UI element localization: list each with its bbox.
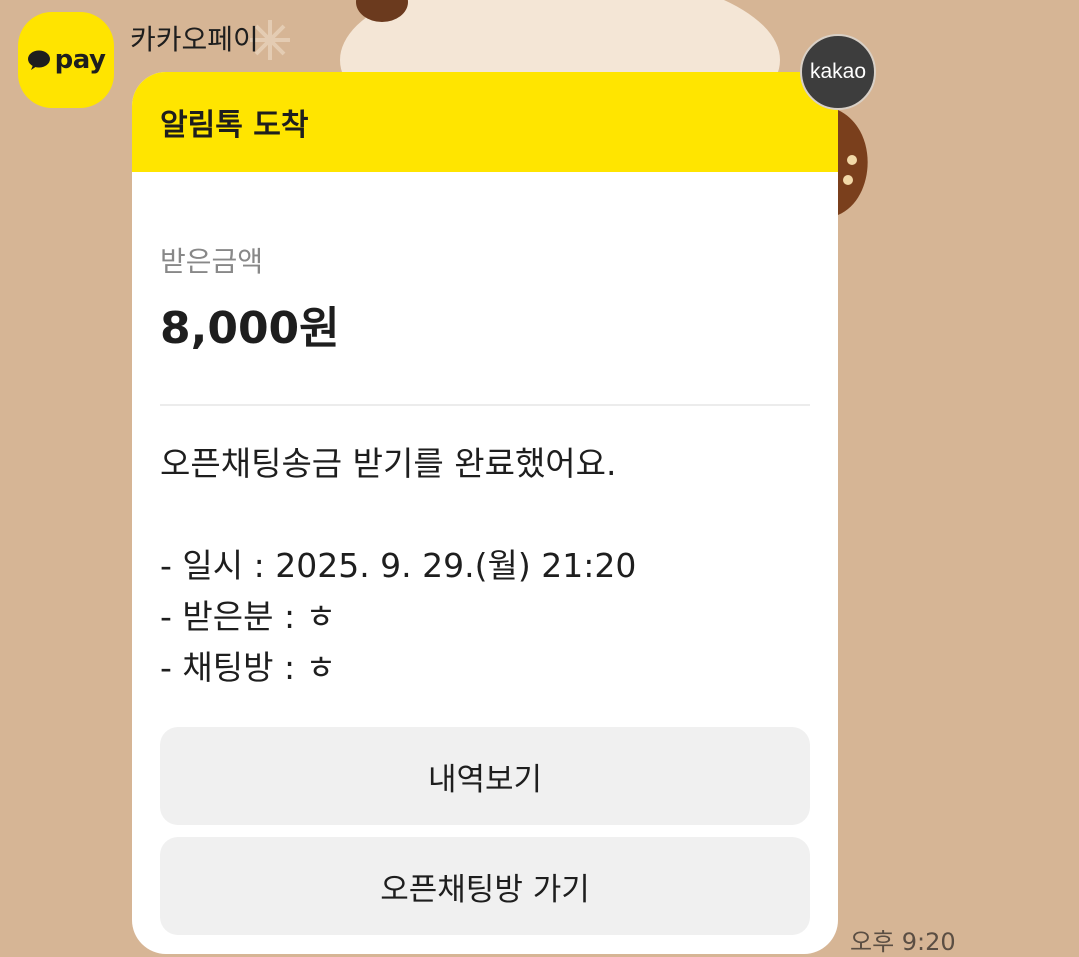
alimtalk-message-card: 알림톡 도착 받은금액 8,000원 오픈채팅송금 받기를 완료했어요. - 일…	[132, 72, 838, 954]
divider	[160, 404, 810, 406]
message-line-completed: 오픈채팅송금 받기를 완료했어요.	[160, 444, 617, 483]
speech-bubble-icon	[27, 50, 50, 70]
sender-name: 카카오페이	[130, 23, 259, 56]
message-line-blank	[160, 489, 810, 540]
go-to-open-chat-button[interactable]: 오픈채팅방 가기	[160, 837, 810, 935]
amount-label: 받은금액	[160, 245, 264, 278]
card-header: 알림톡 도착	[132, 72, 838, 172]
message-line-recipient: - 받은분 : ㅎ	[160, 597, 336, 636]
message-timestamp: 오후 9:20	[850, 928, 956, 956]
sender-avatar[interactable]: pay	[18, 12, 114, 108]
view-history-button[interactable]: 내역보기	[160, 727, 810, 825]
amount-value: 8,000원	[160, 303, 340, 354]
message-text: 오픈채팅송금 받기를 완료했어요. - 일시 : 2025. 9. 29.(월)…	[160, 438, 810, 693]
message-line-chatroom: - 채팅방 : ㅎ	[160, 648, 336, 687]
card-buttons: 내역보기 오픈채팅방 가기	[160, 727, 810, 935]
kakao-badge: kakao	[800, 34, 876, 110]
kakao-badge-text: kakao	[809, 60, 867, 83]
card-body: 받은금액 8,000원 오픈채팅송금 받기를 완료했어요. - 일시 : 202…	[132, 240, 838, 935]
avatar-pay-text: pay	[54, 45, 106, 75]
card-header-title: 알림톡 도착	[160, 108, 309, 143]
message-line-datetime: - 일시 : 2025. 9. 29.(월) 21:20	[160, 546, 637, 585]
pay-logo: pay	[27, 45, 106, 75]
